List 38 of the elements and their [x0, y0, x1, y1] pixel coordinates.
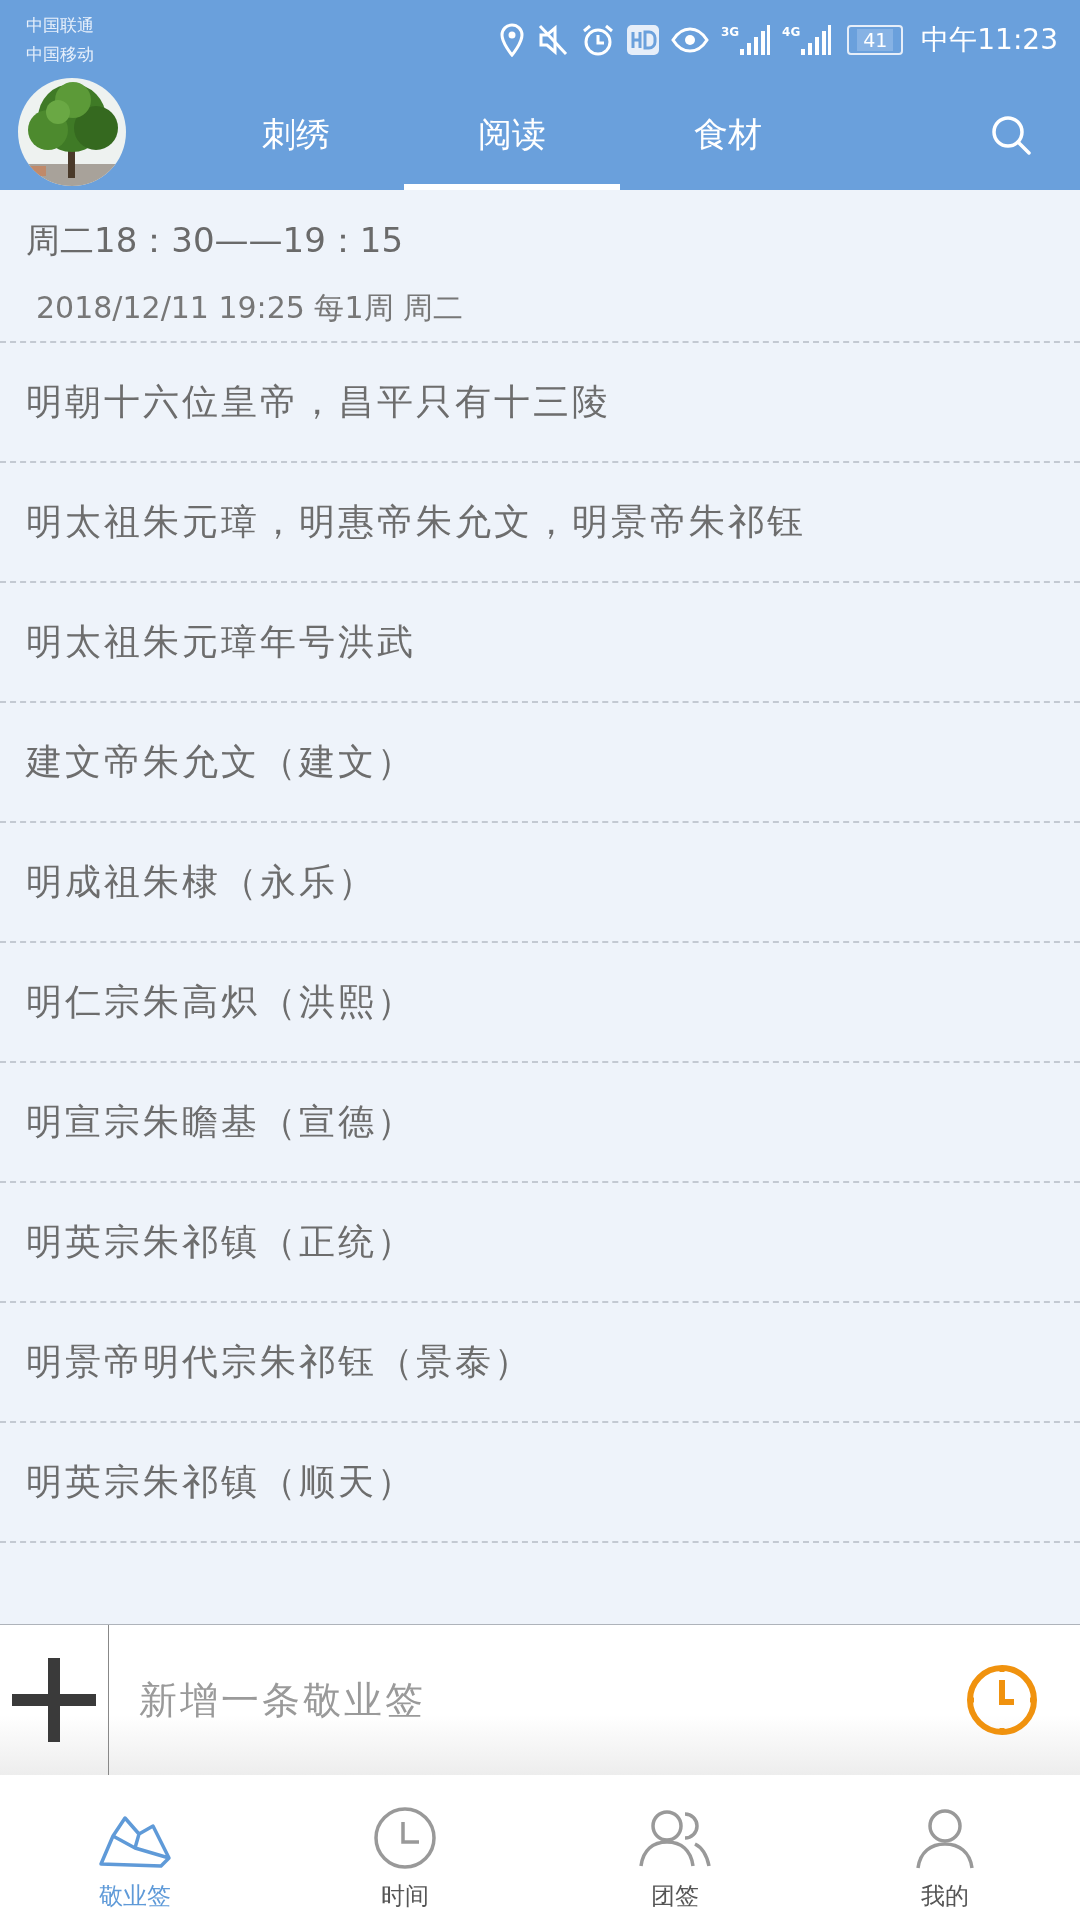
location-icon	[498, 23, 525, 57]
network-type: 4G	[782, 25, 801, 39]
battery-icon: 41	[847, 25, 904, 55]
alarm-icon	[580, 23, 615, 57]
search-icon[interactable]	[990, 114, 1032, 156]
list-item[interactable]: 明景帝明代宗朱祁钰（景泰）	[0, 1303, 1080, 1423]
schedule-detail: 2018/12/11 19:25 每1周 周二	[35, 289, 465, 327]
person-icon	[915, 1806, 975, 1870]
carrier-name: 中国联通	[26, 14, 94, 37]
nav-item[interactable]: 团签	[540, 1775, 810, 1920]
list-item[interactable]: 明仁宗朱高炽（洪熙）	[0, 943, 1080, 1063]
nav-item[interactable]: 时间	[270, 1775, 540, 1920]
status-time: 中午11:23	[921, 22, 1058, 58]
list-item[interactable]: 明朝十六位皇帝，昌平只有十三陵	[0, 343, 1080, 463]
folded-paper-icon	[97, 1814, 173, 1870]
list-item[interactable]: 建文帝朱允文（建文）	[0, 703, 1080, 823]
signal-icon	[740, 25, 771, 55]
list-item[interactable]: 明成祖朱棣（永乐）	[0, 823, 1080, 943]
list-item[interactable]: 明英宗朱祁镇（正统）	[0, 1183, 1080, 1303]
tab[interactable]: 食材	[620, 80, 836, 190]
time-range: 周二18：30——19：15	[26, 219, 405, 262]
list-item[interactable]: 明太祖朱元璋年号洪武	[0, 583, 1080, 703]
list-item[interactable]: 明英宗朱祁镇（顺天）	[0, 1423, 1080, 1543]
tab[interactable]: 刺绣	[188, 80, 404, 190]
signal-icon	[801, 25, 832, 55]
clock-icon	[373, 1806, 437, 1870]
mute-icon	[536, 23, 569, 57]
list-item[interactable]: 明太祖朱元璋，明惠帝朱允文，明景帝朱祁钰	[0, 463, 1080, 583]
carrier-name: 中国移动	[26, 43, 94, 66]
nav-item[interactable]: 敬业签	[0, 1775, 270, 1920]
network-type: 3G	[720, 25, 740, 39]
clock-icon[interactable]	[966, 1664, 1038, 1736]
plus-icon[interactable]	[12, 1658, 96, 1742]
list-item[interactable]: 明宣宗朱瞻基（宣德）	[0, 1063, 1080, 1183]
nav-item[interactable]: 我的	[810, 1775, 1080, 1920]
eye-icon	[670, 26, 709, 54]
tab[interactable]: 阅读	[404, 80, 620, 190]
hd-icon	[626, 25, 659, 55]
